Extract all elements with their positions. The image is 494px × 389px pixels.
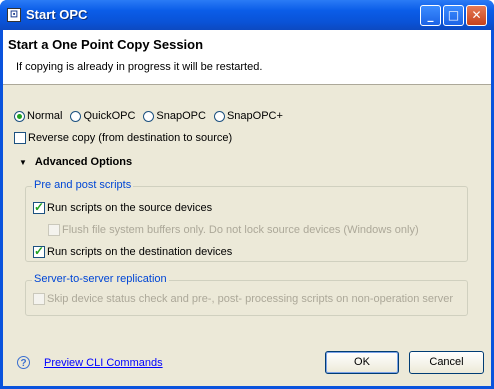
flush-checkbox[interactable] bbox=[48, 224, 60, 236]
radio-snapopc-plus[interactable] bbox=[213, 110, 225, 122]
radio-snapopc-label[interactable]: SnapOPC bbox=[156, 110, 206, 122]
start-opc-dialog: ⊡ Start OPC _ □ ✕ Start a One Point Copy… bbox=[0, 0, 494, 389]
dialog-body: Start a One Point Copy Session If copyin… bbox=[3, 30, 491, 386]
radio-snapopc[interactable] bbox=[143, 110, 155, 122]
preview-cli-link[interactable]: Preview CLI Commands bbox=[44, 357, 163, 369]
help-row: ? Preview CLI Commands bbox=[17, 356, 163, 369]
title-bar[interactable]: ⊡ Start OPC _ □ ✕ bbox=[0, 0, 494, 30]
pre-post-scripts-title: Pre and post scripts bbox=[32, 179, 134, 191]
advanced-options-toggle[interactable]: ▼ Advanced Options bbox=[19, 156, 132, 168]
app-icon: ⊡ bbox=[7, 8, 21, 22]
header-subtitle: If copying is already in progress it wil… bbox=[16, 61, 263, 73]
ok-button[interactable]: OK bbox=[325, 351, 399, 374]
radio-quickopc-label[interactable]: QuickOPC bbox=[83, 110, 135, 122]
dialog-header: Start a One Point Copy Session If copyin… bbox=[3, 30, 491, 85]
skip-label: Skip device status check and pre-, post-… bbox=[47, 293, 453, 305]
header-title: Start a One Point Copy Session bbox=[8, 37, 204, 52]
reverse-copy-row: Reverse copy (from destination to source… bbox=[14, 132, 232, 144]
help-icon[interactable]: ? bbox=[17, 356, 30, 369]
maximize-button[interactable]: □ bbox=[443, 5, 464, 26]
reverse-copy-label[interactable]: Reverse copy (from destination to source… bbox=[28, 132, 232, 144]
radio-normal-label[interactable]: Normal bbox=[27, 110, 62, 122]
server-replication-title: Server-to-server replication bbox=[32, 273, 169, 285]
radio-normal[interactable] bbox=[14, 110, 25, 122]
advanced-options-label: Advanced Options bbox=[34, 156, 133, 168]
run-source-row: Run scripts on the source devices bbox=[33, 200, 212, 214]
run-source-label[interactable]: Run scripts on the source devices bbox=[47, 202, 212, 214]
run-dest-checkbox[interactable] bbox=[33, 244, 45, 258]
run-dest-label[interactable]: Run scripts on the destination devices bbox=[47, 246, 232, 258]
window-title: Start OPC bbox=[26, 7, 88, 22]
radio-quickopc[interactable] bbox=[70, 110, 82, 122]
run-source-checkbox[interactable] bbox=[33, 200, 45, 214]
reverse-copy-checkbox[interactable] bbox=[14, 132, 26, 144]
expand-triangle-icon: ▼ bbox=[19, 157, 27, 167]
skip-checkbox[interactable] bbox=[33, 293, 45, 305]
run-dest-row: Run scripts on the destination devices bbox=[33, 244, 232, 258]
minimize-button[interactable]: _ bbox=[420, 5, 441, 26]
close-button[interactable]: ✕ bbox=[466, 5, 487, 26]
flush-row: Flush file system buffers only. Do not l… bbox=[48, 224, 419, 236]
cancel-button[interactable]: Cancel bbox=[409, 351, 484, 374]
flush-label: Flush file system buffers only. Do not l… bbox=[62, 224, 419, 236]
mode-radio-group: Normal QuickOPC SnapOPC SnapOPC+ bbox=[14, 110, 283, 122]
radio-snapopc-plus-label[interactable]: SnapOPC+ bbox=[227, 110, 283, 122]
skip-row: Skip device status check and pre-, post-… bbox=[33, 293, 453, 305]
